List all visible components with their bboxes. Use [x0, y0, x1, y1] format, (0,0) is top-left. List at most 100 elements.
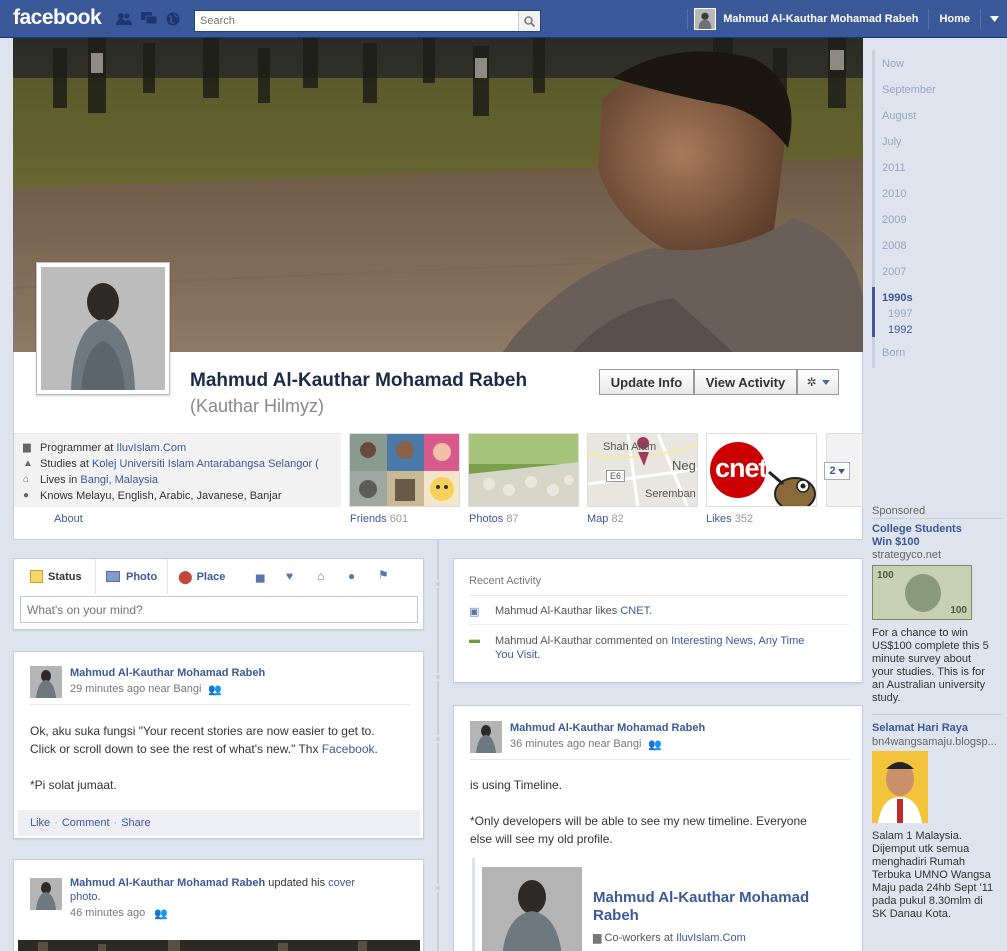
- home-link[interactable]: Home: [929, 13, 980, 25]
- location-link[interactable]: Bangi, Malaysia: [80, 474, 158, 486]
- friend-requests-icon[interactable]: [116, 12, 132, 26]
- map-label-shah-alam: Shah Alam: [603, 441, 657, 453]
- audience-friends-icon[interactable]: 👥: [154, 907, 168, 920]
- search-input[interactable]: [195, 11, 515, 31]
- search-button[interactable]: [518, 11, 540, 31]
- audience-friends-icon[interactable]: 👥: [648, 738, 662, 751]
- article-link-cont[interactable]: You Visit: [495, 649, 537, 661]
- article-link[interactable]: Interesting News, Any Time: [671, 635, 804, 647]
- house-icon[interactable]: ⌂: [317, 569, 324, 583]
- cover-link[interactable]: cover: [328, 877, 355, 889]
- place-tab[interactable]: ⬤ Place: [168, 559, 240, 594]
- bill-portrait: [905, 574, 941, 612]
- photo-tab[interactable]: Photo: [96, 559, 168, 594]
- more-tiles-button[interactable]: 2: [824, 462, 850, 480]
- timeline-dot: [434, 673, 442, 681]
- scrubber-1997[interactable]: 1997: [888, 308, 912, 320]
- map-road-sign: E6: [606, 470, 626, 482]
- comment-link[interactable]: Comment: [62, 817, 110, 829]
- update-info-button[interactable]: Update Info: [599, 369, 694, 395]
- user-avatar-thumb: [694, 8, 717, 30]
- messages-icon[interactable]: [141, 12, 158, 26]
- map-label-neg: Neg: [672, 458, 696, 473]
- author-name-link[interactable]: Mahmud Al-Kauthar Mohamad Rabeh: [70, 877, 265, 889]
- map-label[interactable]: Map 82: [587, 513, 624, 525]
- work-row: ▆ Programmer at IluvIslam.Com: [23, 442, 187, 454]
- like-thumb-icon: ▣: [469, 606, 480, 618]
- post-timestamp[interactable]: 29 minutes ago near Bangi: [70, 683, 201, 695]
- post-timestamp[interactable]: 36 minutes ago near Bangi: [510, 738, 641, 750]
- scrubber-2008[interactable]: 2008: [882, 240, 906, 252]
- photos-tile[interactable]: [468, 433, 579, 507]
- ad1-title-line1[interactable]: College Students: [872, 523, 962, 535]
- like-link[interactable]: Like: [30, 817, 50, 829]
- briefcase-icon: ▆: [593, 932, 602, 944]
- settings-menu-button[interactable]: ✲: [797, 369, 839, 395]
- cover-photo-preview[interactable]: [18, 940, 420, 951]
- ad1-dollar-bill-image[interactable]: 100 100: [872, 565, 972, 620]
- cnet-link[interactable]: CNET: [620, 605, 649, 617]
- comment-bubble-icon: ▬: [469, 634, 480, 646]
- friends-tile[interactable]: [349, 433, 460, 507]
- status-tab[interactable]: Status: [14, 559, 96, 594]
- scrubber-2010[interactable]: 2010: [882, 188, 906, 200]
- author-avatar[interactable]: [470, 721, 502, 753]
- work-icon[interactable]: ▅: [256, 570, 264, 583]
- audience-friends-icon[interactable]: 👥: [208, 683, 222, 696]
- author-avatar[interactable]: [30, 666, 62, 698]
- status-input[interactable]: [20, 596, 418, 623]
- likes-label[interactable]: Likes 352: [706, 513, 753, 525]
- facebook-logo[interactable]: facebook: [13, 6, 102, 30]
- ad2-portrait-image[interactable]: [872, 751, 928, 823]
- activity-like-item: Mahmud Al-Kauthar likes CNET.: [495, 605, 653, 617]
- likes-tile[interactable]: cnet: [706, 433, 817, 507]
- profile-picture[interactable]: [36, 262, 170, 395]
- author-name-link[interactable]: Mahmud Al-Kauthar Mohamad Rabeh: [70, 667, 265, 679]
- ad1-url[interactable]: strategyco.net: [872, 549, 941, 561]
- profile-link[interactable]: Mahmud Al-Kauthar Mohamad Rabeh: [688, 0, 928, 38]
- attachment-photo[interactable]: [482, 867, 582, 951]
- health-apple-icon[interactable]: ●: [348, 569, 355, 583]
- scrubber-1990s[interactable]: 1990s: [882, 292, 913, 304]
- milestone-flag-icon[interactable]: ⚑: [378, 568, 389, 582]
- photo-link[interactable]: photo: [70, 891, 98, 903]
- view-activity-button[interactable]: View Activity: [694, 369, 797, 395]
- chevron-down-icon: [989, 16, 999, 22]
- scrubber-1992[interactable]: 1992: [888, 324, 912, 336]
- account-menu-button[interactable]: [981, 0, 1007, 38]
- notifications-globe-icon[interactable]: [165, 12, 181, 26]
- heart-icon[interactable]: ♥: [286, 569, 293, 583]
- attachment-title[interactable]: Mahmud Al-Kauthar Mohamad Rabeh: [593, 889, 833, 925]
- map-tile[interactable]: Shah Alam Neg Seremban E6: [587, 433, 698, 507]
- ad2-title[interactable]: Selamat Hari Raya: [872, 722, 968, 734]
- scrubber-september[interactable]: September: [882, 84, 936, 96]
- post-timestamp[interactable]: 46 minutes ago: [70, 907, 145, 919]
- story-card-cover-update: Mahmud Al-Kauthar Mohamad Rabeh updated …: [13, 859, 424, 951]
- share-link[interactable]: Share: [121, 817, 150, 829]
- author-name-link[interactable]: Mahmud Al-Kauthar Mohamad Rabeh: [510, 722, 705, 734]
- user-nav: Mahmud Al-Kauthar Mohamad Rabeh Home: [687, 0, 1007, 38]
- friends-label[interactable]: Friends 601: [350, 513, 408, 525]
- location-pin-icon: ⬤: [178, 568, 193, 584]
- photos-label[interactable]: Photos 87: [469, 513, 519, 525]
- author-avatar[interactable]: [30, 878, 62, 910]
- post-body: Ok, aku suka fungsi "Your recent stories…: [30, 724, 378, 792]
- more-tiles-panel: 2: [824, 433, 863, 507]
- scrubber-2009[interactable]: 2009: [882, 214, 906, 226]
- work-link[interactable]: IluvIslam.Com: [116, 442, 186, 454]
- scrubber-august[interactable]: August: [882, 110, 916, 122]
- scrubber-born[interactable]: Born: [882, 347, 905, 359]
- bill-value-br: 100: [950, 605, 967, 616]
- work-link[interactable]: IluvIslam.Com: [676, 932, 746, 944]
- scrubber-2007[interactable]: 2007: [882, 266, 906, 278]
- ad2-url[interactable]: bn4wangsamaju.blogsp...: [872, 736, 997, 748]
- about-link[interactable]: About: [54, 513, 83, 525]
- composer-box: Status Photo ⬤ Place ▅ ♥ ⌂ ● ⚑: [13, 558, 424, 630]
- scrubber-now[interactable]: Now: [882, 58, 904, 70]
- scrubber-july[interactable]: July: [882, 136, 902, 148]
- ad2-text: Salam 1 Malaysia. Dijemput utk semua mengh…: [872, 830, 994, 920]
- ad1-title-line2[interactable]: Win $100: [872, 536, 920, 548]
- scrubber-2011[interactable]: 2011: [882, 162, 906, 174]
- school-link[interactable]: Kolej Universiti Islam Antarabangsa Sela…: [92, 458, 319, 470]
- facebook-link[interactable]: Facebook: [322, 742, 375, 756]
